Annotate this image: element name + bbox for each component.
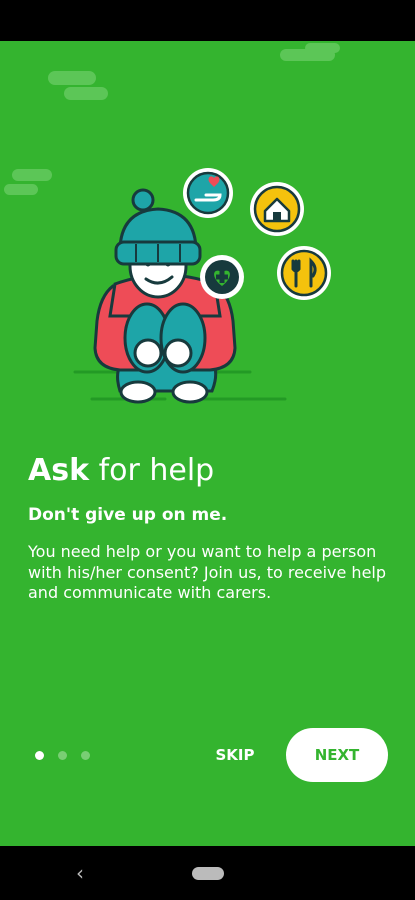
page-description: You need help or you want to help a pers…	[28, 542, 387, 602]
food-utensils-icon	[277, 246, 331, 300]
page-dot-3	[81, 751, 90, 760]
page-indicator	[35, 751, 90, 760]
status-bar	[0, 0, 415, 41]
page-dot-2	[58, 751, 67, 760]
page-title: Ask for help	[28, 451, 214, 491]
home-icon	[250, 182, 304, 236]
back-icon[interactable]: ‹	[70, 858, 90, 888]
giving-hand-heart-icon	[183, 168, 233, 218]
system-nav-bar: ‹	[0, 846, 415, 900]
home-pill-icon[interactable]	[192, 867, 224, 880]
page-subtitle: Don't give up on me.	[28, 505, 228, 525]
onboarding-screen: Ask for help Don't give up on me. You ne…	[0, 41, 415, 846]
help-illustration	[73, 168, 331, 404]
page-dot-1	[35, 751, 44, 760]
cloud-decoration	[305, 43, 340, 53]
page-title-bold: Ask	[28, 453, 90, 488]
skip-button[interactable]: SKIP	[205, 735, 265, 775]
page-title-rest: for help	[89, 453, 215, 488]
cloud-decoration	[64, 87, 108, 100]
medical-heart-icon	[200, 255, 244, 299]
cloud-decoration	[48, 71, 96, 85]
next-button[interactable]: NEXT	[286, 728, 388, 782]
